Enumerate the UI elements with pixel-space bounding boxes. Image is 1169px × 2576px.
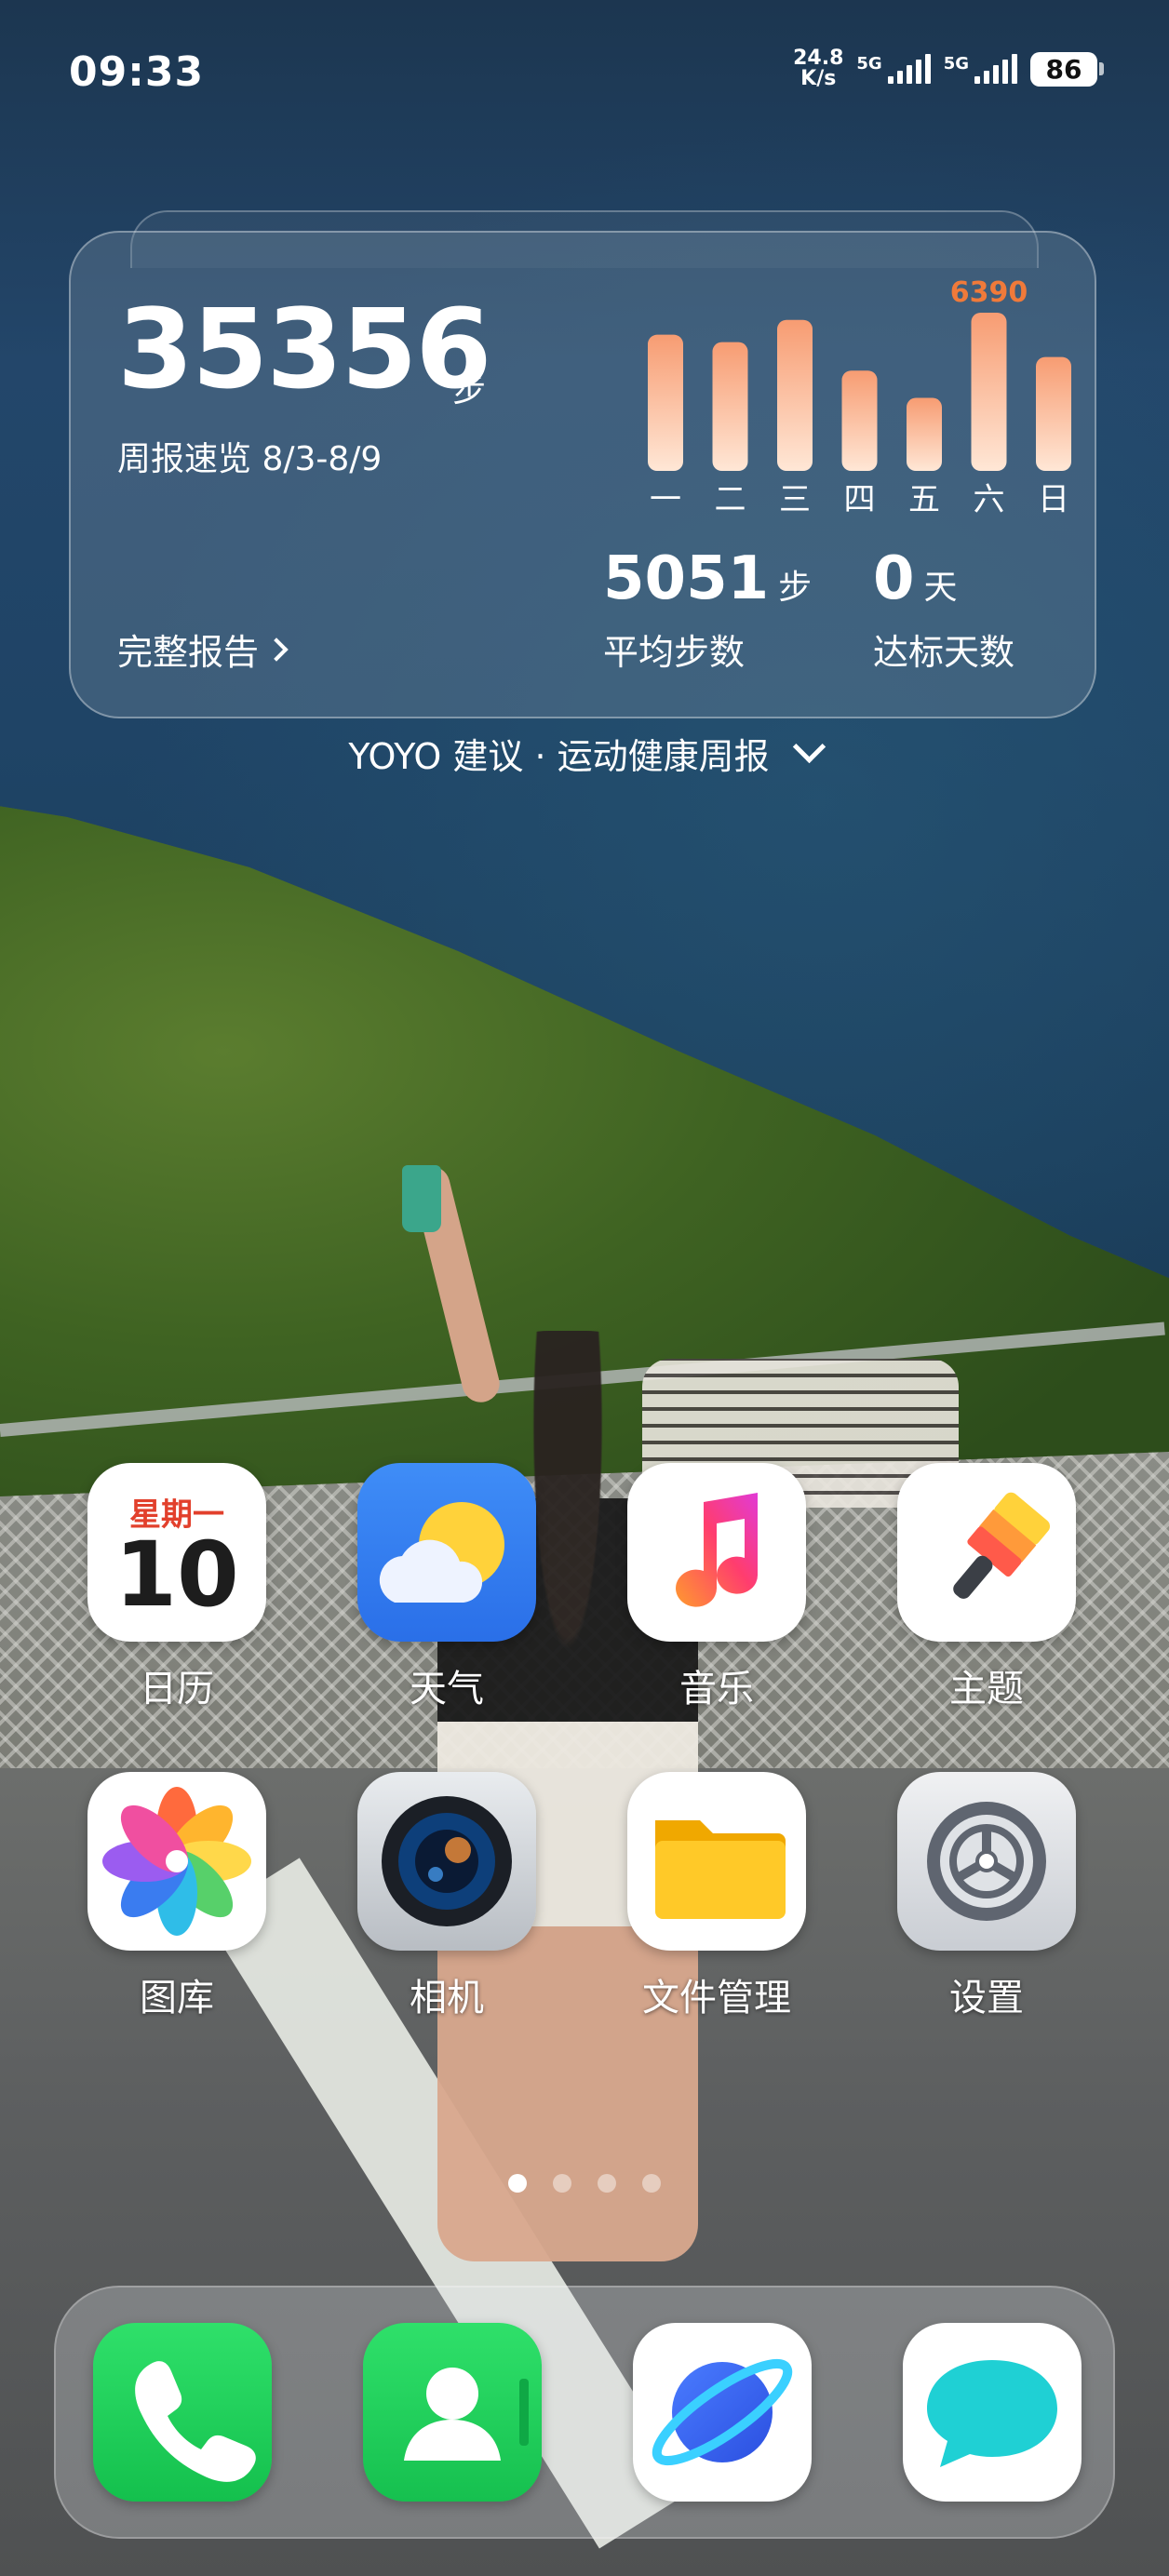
app-label: 日历 — [140, 1668, 214, 1711]
app-label: 音乐 — [679, 1668, 754, 1711]
chart-day-label: 一 — [650, 481, 681, 518]
app-theme[interactable]: 主题 — [894, 1463, 1080, 1712]
chevron-right-icon — [264, 637, 289, 662]
app-label: 天气 — [410, 1668, 484, 1711]
chart-bar-二 — [712, 342, 748, 471]
full-report-link[interactable]: 完整报告 — [117, 624, 289, 675]
chart-day-label: 三 — [779, 481, 811, 518]
chart-bar-一 — [648, 334, 683, 471]
app-label: 图库 — [140, 1977, 214, 2019]
phone-icon — [93, 2323, 272, 2502]
target-days-unit: 天 — [923, 569, 958, 607]
average-steps-value: 5051 — [603, 544, 770, 613]
gallery-pinwheel-icon — [87, 1772, 266, 1951]
app-label: 设置 — [949, 1977, 1024, 2019]
health-weekly-card[interactable]: 35356 步 周报速览 8/3-8/9 完整报告 一二三四五六 6390 日 50… — [69, 231, 1096, 718]
status-icons: 24.8 K/s 5G 5G 86 — [793, 48, 1104, 89]
app-music[interactable]: 音乐 — [624, 1463, 810, 1712]
dock-contacts[interactable] — [359, 2323, 545, 2502]
chart-day-label: 二 — [715, 481, 746, 518]
sim2-network-tag: 5G — [943, 54, 969, 74]
page-dot — [642, 2174, 661, 2193]
network-speed-value: 24.8 — [793, 47, 844, 70]
chart-bar-四 — [841, 370, 878, 471]
average-steps-label: 平均步数 — [603, 632, 746, 673]
page-dot — [598, 2174, 616, 2193]
app-label: 相机 — [410, 1977, 484, 2019]
network-speed-unit: K/s — [800, 67, 837, 90]
dock-phone[interactable] — [89, 2323, 275, 2502]
calendar-icon: 星期一 10 — [87, 1463, 266, 1642]
contacts-person-icon — [363, 2323, 542, 2502]
app-label: 主题 — [949, 1668, 1024, 1711]
music-note-icon — [627, 1463, 806, 1642]
target-days-value: 0 — [873, 544, 915, 613]
chart-day-label: 五 — [908, 481, 940, 518]
chart-bar-三 — [777, 319, 813, 471]
signal-sim1-icon: 5G — [856, 54, 931, 84]
yoyo-suggestion-toggle[interactable]: YOYO 建议 · 运动健康周报 — [0, 728, 1169, 779]
status-bar: 09:33 24.8 K/s 5G 5G 86 — [69, 48, 1104, 104]
calendar-day: 10 — [114, 1523, 239, 1627]
target-days-stat: 0天 达标天数 — [873, 549, 1014, 675]
app-files[interactable]: 文件管理 — [624, 1772, 810, 2021]
app-camera[interactable]: 相机 — [354, 1772, 540, 2021]
weather-sun-cloud-icon — [357, 1463, 536, 1642]
browser-planet-icon — [633, 2323, 812, 2502]
app-calendar[interactable]: 星期一 10 日历 — [84, 1463, 270, 1712]
total-steps-unit: 步 — [452, 371, 487, 409]
dock-messages[interactable] — [899, 2323, 1085, 2502]
weekly-steps-bar-chart: 一二三四五六 6390 日 — [648, 276, 1071, 518]
average-steps-stat: 5051 步 平均步数 — [603, 549, 812, 675]
chart-bar-六 — [971, 313, 1007, 471]
page-indicator — [0, 2174, 1169, 2193]
target-days-label: 达标天数 — [873, 632, 1015, 673]
page-dot-active — [508, 2174, 527, 2193]
network-speed: 24.8 K/s — [793, 48, 843, 89]
chart-day-label: 四 — [844, 481, 876, 518]
wallpaper-drink-cup — [402, 1165, 441, 1232]
app-gallery[interactable]: 图库 — [84, 1772, 270, 2021]
chart-day-label: 六 — [974, 481, 1005, 518]
chart-day-label: 日 — [1038, 481, 1069, 518]
folder-icon — [627, 1772, 806, 1951]
page-dot — [553, 2174, 571, 2193]
camera-lens-icon — [357, 1772, 536, 1951]
yoyo-suggestion-text: YOYO 建议 · 运动健康周报 — [348, 736, 770, 777]
app-weather[interactable]: 天气 — [354, 1463, 540, 1712]
chart-bar-日 — [1036, 356, 1071, 471]
sim1-network-tag: 5G — [856, 54, 882, 74]
app-label: 文件管理 — [642, 1977, 791, 2019]
chevron-down-icon — [792, 730, 826, 764]
chart-max-value-label: 6390 — [950, 276, 1028, 309]
full-report-label: 完整报告 — [117, 632, 260, 673]
battery-icon: 86 — [1030, 51, 1104, 87]
status-time: 09:33 — [69, 48, 205, 96]
average-steps-unit: 步 — [778, 569, 813, 607]
dock-browser[interactable] — [629, 2323, 815, 2502]
gear-icon — [897, 1772, 1076, 1951]
battery-level: 86 — [1030, 51, 1097, 87]
signal-sim2-icon: 5G — [944, 54, 1017, 84]
message-bubble-icon — [903, 2323, 1082, 2502]
total-steps: 35356 — [117, 285, 492, 413]
paintbrush-icon — [897, 1463, 1076, 1642]
chart-bar-五 — [907, 397, 942, 471]
weekly-steps-chart: 一二三四五六 6390 日 — [620, 233, 1071, 521]
app-settings[interactable]: 设置 — [894, 1772, 1080, 2021]
week-summary-title: 周报速览 8/3-8/9 — [117, 440, 383, 478]
